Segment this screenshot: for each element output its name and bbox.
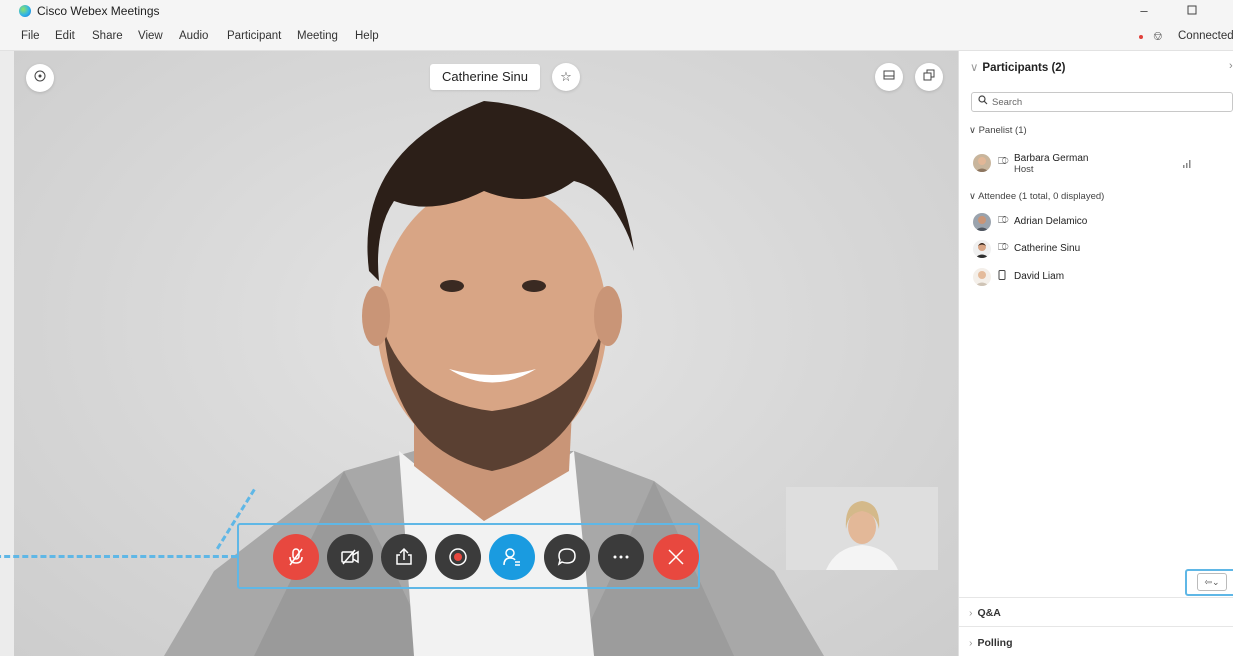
chat-button[interactable] [544,534,590,580]
avatar [973,213,991,231]
self-view-video[interactable] [786,487,938,570]
phone-icon [998,270,1006,283]
participant-name: Catherine Sinu [1014,243,1081,254]
record-button[interactable] [435,534,481,580]
qa-label: Q&A [977,607,1001,619]
chevron-down-icon: ∨ [970,62,979,74]
webex-logo-icon [19,5,31,17]
microphone-muted-icon [289,548,303,566]
participant-row[interactable]: ⎄ Barbara German Host [973,151,1228,179]
participant-row[interactable]: ⎄ Catherine Sinu [973,239,1228,261]
menu-meeting[interactable]: Meeting [297,30,338,42]
participant-name: Adrian Delamico [1014,216,1088,227]
connection-dot [1139,35,1143,39]
panelist-section-label: Panelist (1) [978,125,1027,136]
attendee-section-header[interactable]: ∨ Attendee (1 total, 0 displayed) [969,191,1104,202]
window-title: Cisco Webex Meetings [37,4,160,18]
menu-bar: File Edit Share View Audio Participant M… [0,24,1233,51]
video-off-icon [341,549,359,565]
connection-status: Connected [1178,30,1233,42]
participant-row[interactable]: ⎄ Adrian Delamico [973,212,1228,234]
search-icon [978,95,988,108]
chat-icon [557,548,576,566]
end-meeting-button[interactable] [653,534,699,580]
callout-dashed-line [0,555,237,558]
share-button[interactable] [381,534,427,580]
qa-section-header[interactable]: › Q&A [969,607,1001,619]
record-icon [449,548,467,566]
participants-icon [503,548,520,566]
close-panel-icon[interactable]: › [1229,60,1233,72]
self-view-person [786,487,938,570]
menu-file[interactable]: File [21,30,40,42]
title-bar: Cisco Webex Meetings – [0,0,1233,24]
chevron-right-icon: › [969,637,973,649]
search-box [971,92,1233,112]
minimize-icon[interactable]: – [1134,2,1154,20]
divider [959,626,1233,627]
popout-icon[interactable] [915,63,943,91]
participant-name: Barbara German [1014,153,1089,164]
chevron-down-icon: ∨ [969,125,979,136]
participants-panel-header[interactable]: ∨ Participants (2) [970,60,1066,74]
participant-row[interactable]: David Liam [973,267,1228,289]
participant-name: David Liam [1014,271,1065,282]
panelist-section-header[interactable]: ∨ Panelist (1) [969,125,1027,136]
menu-help[interactable]: Help [355,30,379,42]
menu-participant[interactable]: Participant [227,30,281,42]
info-icon[interactable] [26,64,54,92]
participants-button[interactable] [489,534,535,580]
layout-icon[interactable] [875,63,903,91]
raise-hand-button[interactable]: ⇦⌄ [1197,573,1227,591]
avatar [973,154,991,172]
polling-label: Polling [977,637,1013,649]
menu-view[interactable]: View [138,30,163,42]
participants-panel: ∨Participants (2) › ∨ Panelist (1) ⎄ Bar… [958,51,1233,656]
participants-title: Participants (2) [982,62,1066,74]
pin-icon[interactable]: ☆ [552,63,580,91]
menu-edit[interactable]: Edit [55,30,75,42]
signal-strength-icon [1183,160,1191,170]
attendee-section-label: Attendee (1 total, 0 displayed) [978,191,1105,202]
avatar [973,240,991,258]
headset-icon: ⎄ [998,215,1009,226]
close-icon [668,549,684,565]
menu-share[interactable]: Share [92,30,123,42]
polling-section-header[interactable]: › Polling [969,637,1013,649]
participant-role: Host [1014,164,1034,175]
headset-icon: ⎄ [998,156,1009,167]
connection-icon: ⎊ [1153,29,1163,43]
active-speaker-name: Catherine Sinu [430,64,540,90]
search-input[interactable] [992,96,1212,109]
chevron-right-icon: › [969,607,973,619]
chevron-down-icon: ∨ [969,191,979,202]
avatar [973,268,991,286]
more-button[interactable] [598,534,644,580]
share-icon [396,547,412,565]
headset-icon: ⎄ [998,242,1009,253]
maximize-icon[interactable] [1182,2,1202,20]
video-button[interactable] [327,534,373,580]
menu-audio[interactable]: Audio [179,30,208,42]
mute-button[interactable] [273,534,319,580]
divider [959,597,1233,598]
more-icon [613,555,629,559]
